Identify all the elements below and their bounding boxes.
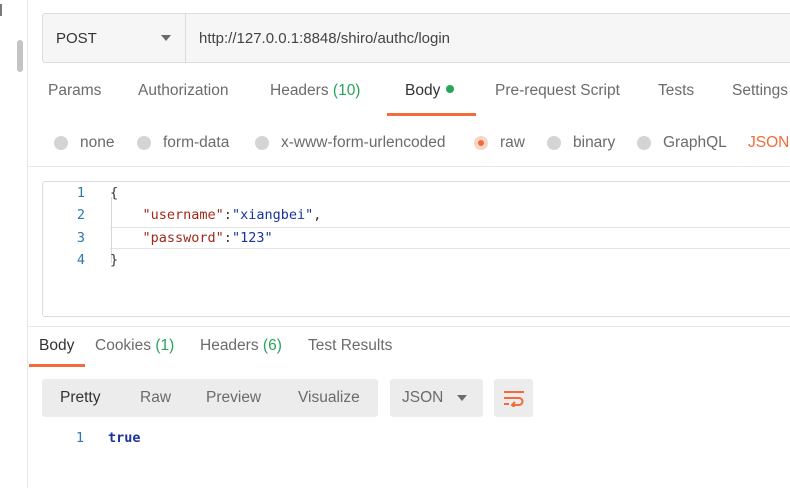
request-bar: POST http://127.0.0.1:8848/shiro/authc/l… [42,13,790,63]
tab-label: Params [48,82,102,99]
radio-label: none [80,134,115,151]
json-colon: : [223,230,232,246]
radio-label: GraphQL [663,134,727,151]
line-number: 1 [75,430,84,446]
json-value: "xiangbei" [231,207,314,223]
tab-pre-request-script[interactable]: Pre-request Script [495,82,620,116]
line-number: 1 [76,185,85,201]
format-label: JSON [402,389,444,406]
tab-count: (1) [155,337,175,354]
wrap-lines-button[interactable] [494,379,533,417]
tab-label: Body [405,82,441,99]
radio-form-data[interactable]: form-data [137,132,229,154]
response-tab-cookies[interactable]: Cookies (1) [95,337,174,355]
radio-label: form-data [163,134,230,151]
view-raw-button[interactable]: Raw [140,379,171,417]
tab-label: Authorization [138,82,229,99]
tab-label: Test Results [308,337,393,354]
active-response-tab-indicator [29,364,85,367]
code-text: "password":"123" [110,230,273,246]
json-key: "username" [142,207,224,223]
tab-count: (10) [332,82,361,99]
radio-label: raw [500,134,525,151]
tab-label: Settings [732,82,789,99]
active-tab-indicator [387,113,476,116]
radio-circle-icon [547,136,561,150]
left-panel-strip [0,0,28,488]
divider [28,326,790,327]
code-text: { [110,185,119,201]
editor-line: 3 "password":"123" [43,227,790,249]
editor-line: 1 { [43,182,790,204]
tab-label: Headers [200,337,259,354]
code-text: "username":"xiangbei", [110,207,322,223]
radio-raw[interactable]: raw [474,132,525,154]
radio-circle-icon [637,136,651,150]
line-number: 3 [76,230,85,246]
panel-edge-marker [0,4,3,16]
scrollbar-thumb[interactable] [17,40,23,72]
radio-label: binary [573,134,616,151]
json-colon: : [223,207,232,223]
tab-label: Cookies [95,337,151,354]
response-format-select[interactable]: JSON [390,379,483,417]
radio-graphql[interactable]: GraphQL [637,132,727,154]
radio-x-www-form-urlencoded[interactable]: x-www-form-urlencoded [255,132,446,154]
view-pretty-button[interactable]: Pretty [60,379,100,417]
tab-label: Pre-request Script [495,82,620,99]
tab-settings[interactable]: Settings [732,82,788,116]
radio-label: x-www-form-urlencoded [281,134,446,151]
response-value: true [108,430,141,446]
line-number: 4 [76,252,85,268]
json-key: "password" [142,230,224,246]
tab-label: Tests [658,82,695,99]
method-label: POST [56,29,97,47]
tab-label: Body [39,337,75,354]
response-tab-test-results[interactable]: Test Results [308,337,392,355]
wrap-lines-icon [503,391,524,407]
radio-circle-icon [137,136,151,150]
editor-line: 4 } [43,249,790,271]
tab-authorization[interactable]: Authorization [138,82,228,116]
tab-count: (6) [262,337,282,354]
radio-binary[interactable]: binary [547,132,615,154]
divider [28,166,790,167]
chevron-down-icon [161,35,171,41]
tab-params[interactable]: Params [48,82,101,116]
active-dot-icon [446,85,455,93]
view-preview-button[interactable]: Preview [206,379,261,417]
json-comma: , [313,207,322,223]
radio-circle-icon [255,136,269,150]
line-number: 2 [76,207,85,223]
request-body-editor[interactable]: 1 { 2 "username":"xiangbei", 3 "password… [42,181,790,317]
tab-tests[interactable]: Tests [658,82,694,116]
code-text: } [110,252,119,268]
url-input[interactable]: http://127.0.0.1:8848/shiro/authc/login [186,14,790,62]
raw-type-select[interactable]: JSON [748,132,789,154]
json-value: "123" [231,230,273,246]
radio-selected-icon [474,136,488,150]
view-visualize-button[interactable]: Visualize [298,379,360,417]
chevron-down-icon [457,395,467,401]
response-tab-headers[interactable]: Headers (6) [200,337,282,355]
view-mode-group: Pretty Raw Preview Visualize [42,379,378,417]
method-select[interactable]: POST [43,14,186,62]
response-tab-body[interactable]: Body [39,337,74,355]
tab-headers[interactable]: Headers (10) [270,82,360,116]
radio-circle-icon [54,136,68,150]
radio-none[interactable]: none [54,132,114,154]
editor-line: 2 "username":"xiangbei", [43,204,790,226]
tab-label: Headers [270,82,329,99]
tab-body[interactable]: Body [405,82,455,116]
